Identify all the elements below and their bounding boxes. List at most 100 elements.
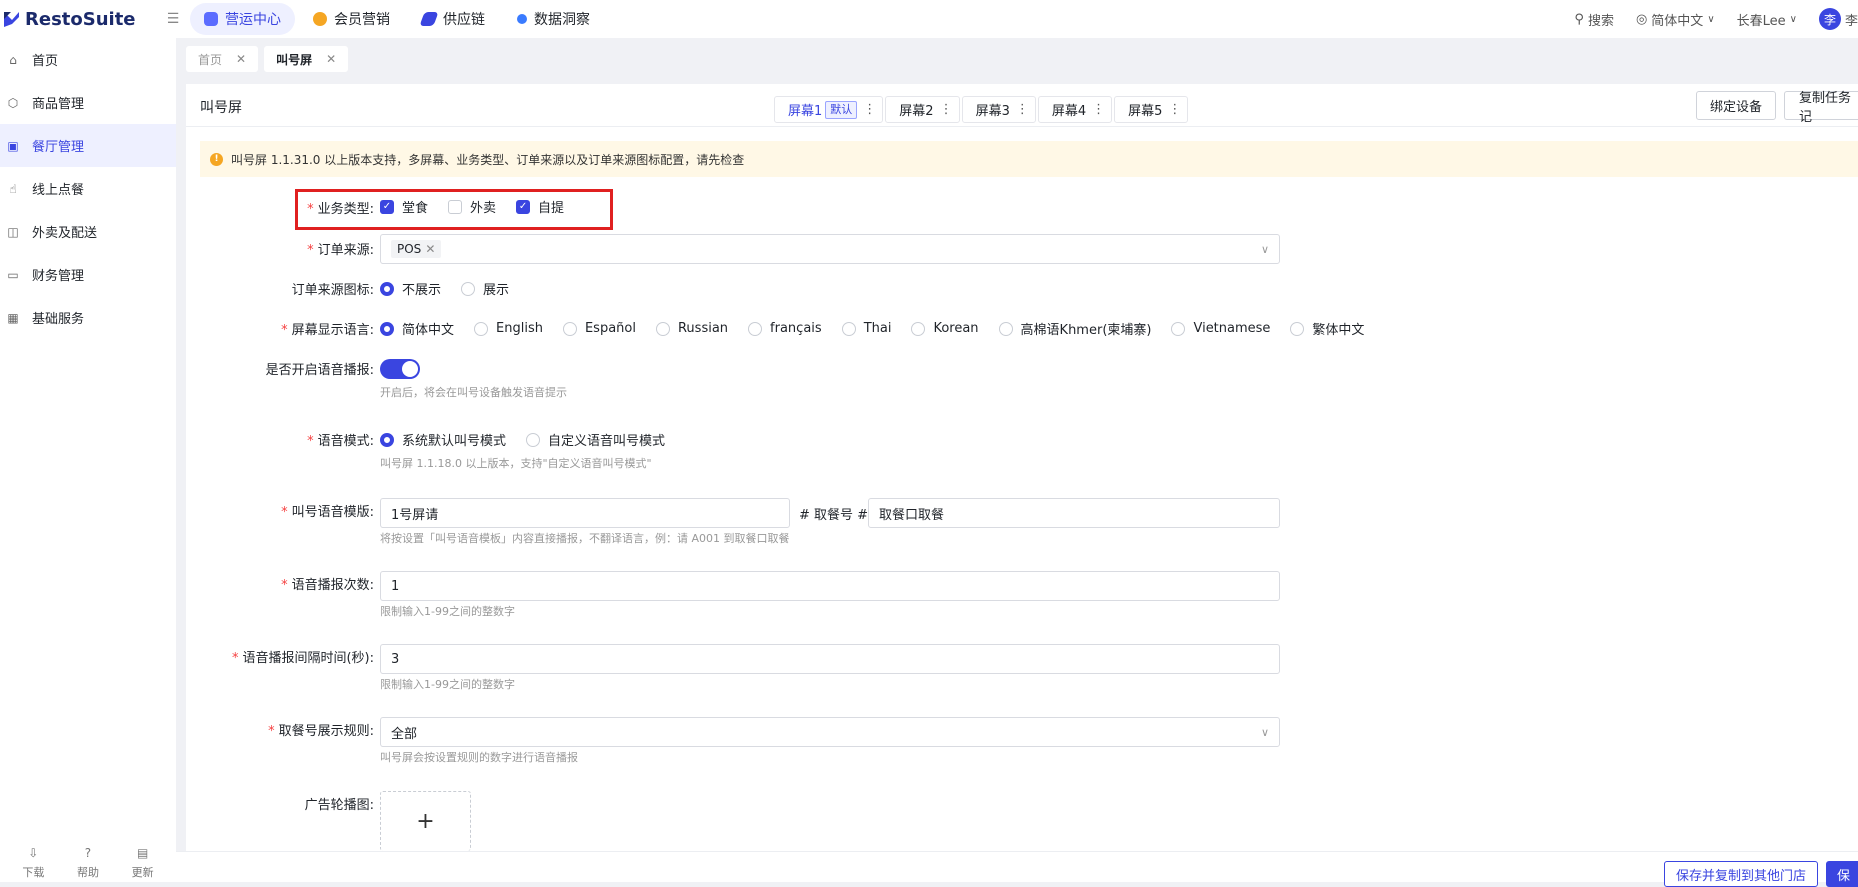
voice-toggle[interactable] [380,359,420,379]
interval-input[interactable]: 3 [380,644,1280,674]
tab-home[interactable]: 首页 ✕ [186,46,259,72]
radio-lang-zh-tw[interactable]: 繁体中文 [1290,319,1364,338]
display-rule-select[interactable]: 全部 ∨ [380,717,1280,747]
chevron-down-icon: ∨ [1789,13,1797,25]
close-icon[interactable]: ✕ [236,52,246,66]
repeat-count-input[interactable]: 1 [380,571,1280,601]
checkbox-takeout[interactable]: 外卖 [448,197,496,216]
topnav-item-member[interactable]: 会员营销 [299,3,404,35]
bind-device-button[interactable]: 绑定设备 [1696,91,1776,120]
radio-lang-zh[interactable]: 简体中文 [380,319,454,338]
radio-lang-th[interactable]: Thai [841,321,891,336]
voice-mode-label: * 语音模式: [307,434,374,449]
order-source-select[interactable]: POS ✕ ∨ [380,234,1280,264]
menu-collapse-icon[interactable]: ☰ [158,11,188,27]
more-icon[interactable]: ⋮ [1016,102,1029,117]
radio-lang-es[interactable]: Español [562,321,636,336]
interval-label: * 语音播报间隔时间(秒): [231,651,374,666]
sidebar-item-products[interactable]: ⬡ 商品管理 [0,81,176,124]
box-icon: ⬡ [7,95,19,110]
topnav-item-data[interactable]: 数据洞察 [503,3,604,35]
template-prefix-input[interactable]: 1号屏请 [380,498,790,528]
more-icon[interactable]: ⋮ [1092,102,1105,117]
download-icon: ⇩ [28,846,39,860]
screen-label: 屏幕1 [788,104,823,119]
display-rule-hint: 叫号屏会按设置规则的数字进行语音播报 [380,751,578,764]
notice-text: 叫号屏 1.1.31.0 以上版本支持，多屏幕、业务类型、订单来源以及订单来源图… [231,152,745,167]
language-select[interactable]: ◎ 简体中文 ∨ [1636,10,1715,29]
more-icon[interactable]: ⋮ [940,102,953,117]
close-icon[interactable]: ✕ [425,242,435,256]
topnav-item-supply[interactable]: 供应链 [408,3,499,35]
sidebar-item-online-order[interactable]: ☝ 线上点餐 [0,167,176,210]
screen-tabs: 屏幕1 默认 ⋮ 屏幕2 ⋮ 屏幕3 ⋮ 屏幕4 ⋮ 屏幕5 ⋮ [774,96,1190,123]
sidebar-item-home[interactable]: ⌂ 首页 [0,38,176,81]
search-button[interactable]: ⚲ 搜索 [1574,10,1614,29]
avatar-menu[interactable]: 李 李 [1818,8,1858,30]
download-label: 下载 [22,866,45,879]
repeat-label: * 语音播报次数: [281,578,374,593]
template-suffix-input[interactable]: 取餐口取餐 [868,498,1280,528]
more-icon[interactable]: ⋮ [1168,102,1181,117]
member-icon [313,12,327,26]
default-badge: 默认 [825,100,858,119]
download-button[interactable]: ⇩ 下载 [22,840,44,882]
copy-task-button[interactable]: 复制任务记 [1784,91,1858,125]
radio-lang-km[interactable]: 高棉语Khmer(柬埔寨) [998,319,1151,338]
chevron-down-icon: ∨ [1707,13,1715,25]
topnav-label: 营运中心 [225,12,281,28]
sidebar-item-label: 线上点餐 [32,183,85,198]
voice-mode-group: 系统默认叫号模式 自定义语音叫号模式 [380,430,685,449]
tab-screen-1[interactable]: 屏幕1 默认 ⋮ [774,96,884,123]
interval-hint: 限制输入1-99之间的整数字 [380,678,515,691]
globe-icon: ◎ [1635,11,1648,27]
tab-screen-3[interactable]: 屏幕3 ⋮ [961,96,1036,123]
radio-hide-icon[interactable]: 不展示 [380,279,441,298]
voice-mode-hint: 叫号屏 1.1.18.0 以上版本，支持"自定义语音叫号模式" [380,457,652,470]
help-button[interactable]: ? 帮助 [77,840,99,882]
more-icon[interactable]: ⋮ [863,102,876,117]
sidebar-item-delivery[interactable]: ◫ 外卖及配送 [0,210,176,253]
voice-label: 是否开启语音播报: [265,363,374,378]
sidebar-item-basic[interactable]: ▦ 基础服务 [0,296,176,339]
page-tabs: 首页 ✕ 叫号屏 ✕ [176,38,1858,80]
user-menu[interactable]: 长春Lee ∨ [1737,10,1797,29]
update-icon: ▤ [136,846,149,860]
checkbox-pickup[interactable]: ✓ 自提 [516,197,564,216]
save-button[interactable]: 保 [1826,861,1858,887]
tab-screen-5[interactable]: 屏幕5 ⋮ [1114,96,1189,123]
radio-lang-vi[interactable]: Vietnamese [1171,321,1270,336]
page-title: 叫号屏 [200,100,242,116]
save-copy-button[interactable]: 保存并复制到其他门店 [1664,861,1818,887]
update-button[interactable]: ▤ 更新 [132,840,154,882]
tab-screen-4[interactable]: 屏幕4 ⋮ [1037,96,1113,123]
help-icon: ? [84,846,92,860]
sidebar-item-label: 商品管理 [32,97,85,112]
main-panel: 叫号屏 屏幕1 默认 ⋮ 屏幕2 ⋮ 屏幕3 ⋮ 屏幕4 ⋮ 屏幕5 ⋮ 绑定设备 复制任务… [186,84,1858,882]
sidebar-item-label: 基础服务 [32,312,85,327]
brand-logo[interactable]: RestoSuite [0,9,158,30]
checkbox-dine-in[interactable]: ✓ 堂食 [380,197,428,216]
sidebar-item-finance[interactable]: ▭ 财务管理 [0,253,176,296]
close-icon[interactable]: ✕ [326,52,336,66]
brand-name: RestoSuite [25,8,136,30]
checkbox-box [448,199,463,214]
radio-lang-fr[interactable]: français [748,321,822,336]
radio-lang-ru[interactable]: Russian [655,321,728,336]
footer-bar: 保存并复制到其他门店 保 [176,851,1858,887]
check-icon: ✓ [516,199,531,214]
radio-show-icon[interactable]: 展示 [461,279,509,298]
upload-button[interactable]: + [380,791,471,851]
sidebar-item-label: 外卖及配送 [32,226,98,241]
tab-label: 首页 [198,52,223,67]
tab-screen-2[interactable]: 屏幕2 ⋮ [885,96,960,123]
tab-call-screen[interactable]: 叫号屏 ✕ [264,46,349,72]
radio-lang-ko[interactable]: Korean [911,321,979,336]
display-rule-value: 全部 [391,726,418,742]
template-middle-text: # 取餐号 # [799,508,869,523]
radio-default-mode[interactable]: 系统默认叫号模式 [380,430,506,449]
sidebar-item-restaurant[interactable]: ▣ 餐厅管理 [0,124,176,167]
topnav-item-operations[interactable]: 营运中心 [190,3,295,35]
radio-lang-en[interactable]: English [474,321,543,336]
radio-custom-mode[interactable]: 自定义语音叫号模式 [526,430,665,449]
